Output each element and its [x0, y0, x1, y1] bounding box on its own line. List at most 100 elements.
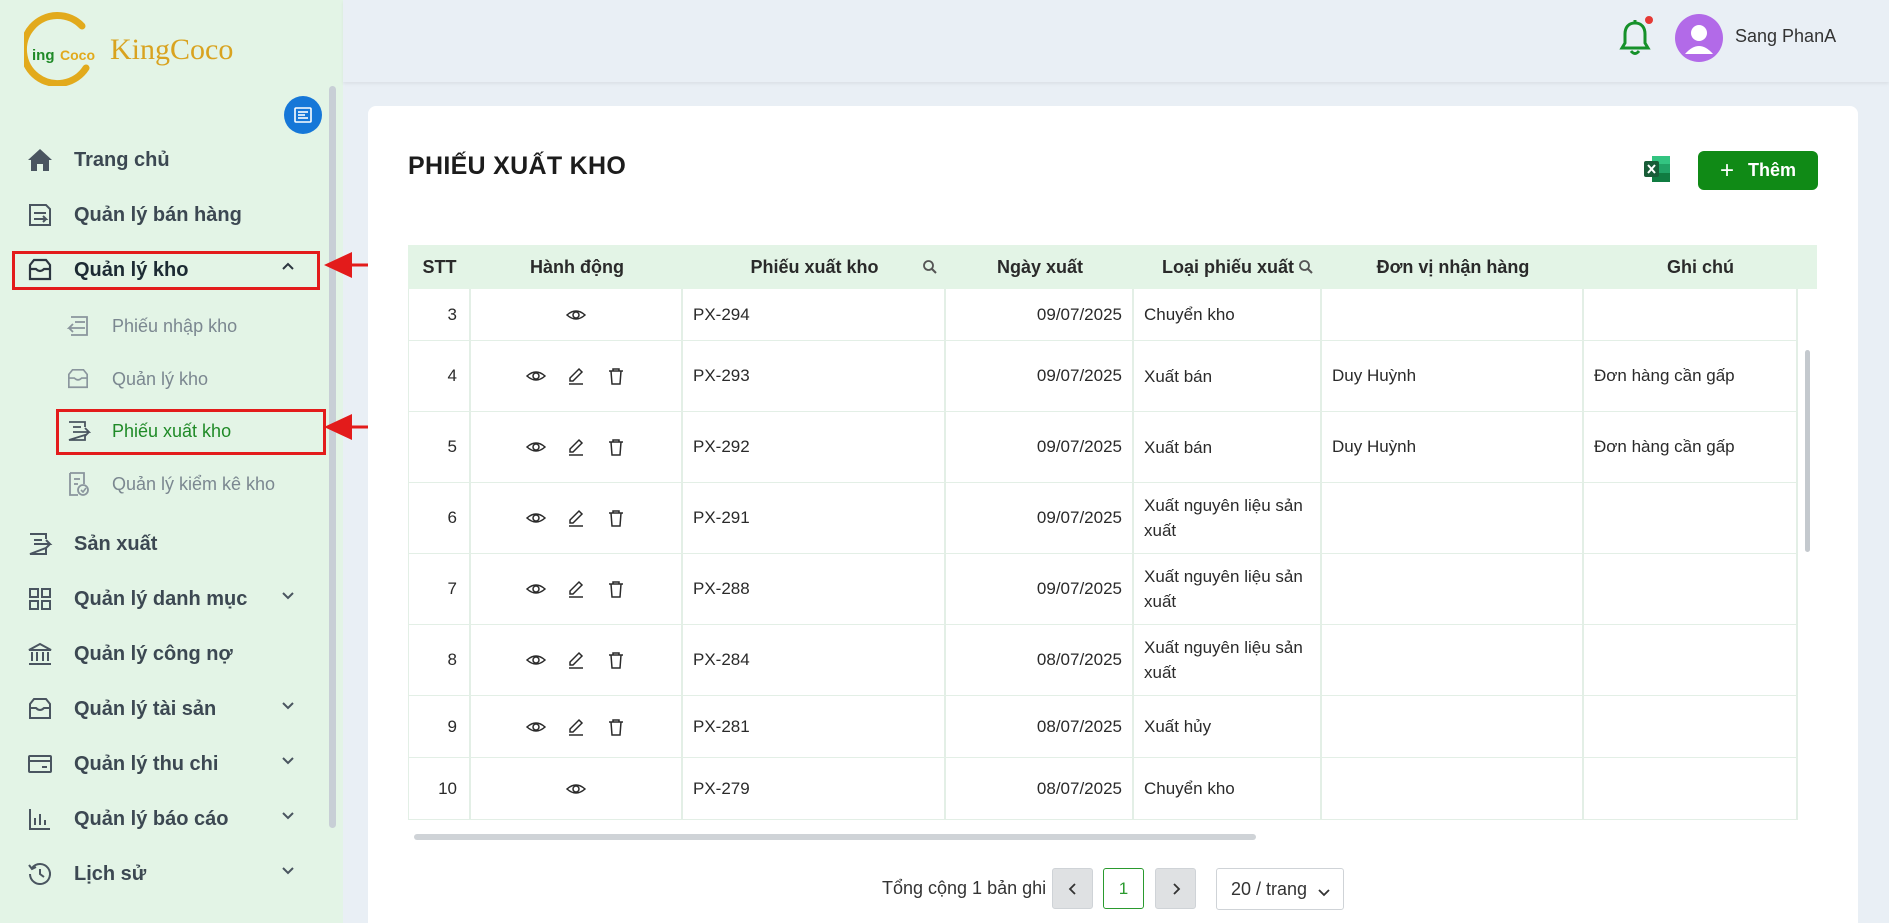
username[interactable]: Sang PhanA — [1735, 26, 1836, 47]
eye-icon — [566, 309, 586, 320]
sidebar-item-assets[interactable]: Quản lý tài sản — [14, 689, 318, 729]
top-header — [343, 0, 1889, 82]
delete-button[interactable] — [604, 577, 628, 601]
cell-stt: 4 — [408, 341, 471, 411]
cell-receiver — [1322, 289, 1584, 340]
collapse-menu-icon — [294, 107, 312, 123]
avatar[interactable] — [1675, 14, 1723, 62]
view-button[interactable] — [524, 435, 548, 459]
edit-button[interactable] — [564, 364, 588, 388]
search-icon[interactable] — [922, 259, 938, 280]
cell-code: PX-293 — [683, 341, 946, 411]
cell-receiver — [1322, 625, 1584, 695]
add-button[interactable]: + Thêm — [1698, 151, 1818, 190]
cell-date: 09/07/2025 — [946, 483, 1134, 553]
view-button[interactable] — [564, 303, 588, 327]
cell-type: Chuyển kho — [1134, 289, 1322, 340]
row-actions — [481, 715, 671, 739]
delete-button[interactable] — [604, 506, 628, 530]
cell-actions — [471, 289, 683, 340]
edit-button[interactable] — [564, 506, 588, 530]
cell-actions — [471, 758, 683, 819]
sidebar-item-label: Trang chủ — [74, 148, 170, 171]
table-horizontal-scrollbar[interactable] — [414, 834, 1256, 840]
column-header-label: Loại phiếu xuất — [1161, 256, 1294, 277]
sidebar-item-income-expense[interactable]: Quản lý thu chi — [14, 744, 318, 784]
prev-page-button[interactable] — [1052, 868, 1093, 909]
chevron-down-icon — [280, 752, 296, 773]
edit-icon — [569, 651, 584, 669]
sidebar-item-sales[interactable]: Quản lý bán hàng — [14, 195, 318, 235]
notification-bell-icon[interactable] — [1618, 18, 1652, 58]
cell-date: 09/07/2025 — [946, 412, 1134, 482]
sidebar-item-label: Quản lý danh mục — [74, 587, 248, 610]
table-vertical-scrollbar[interactable] — [1805, 350, 1810, 552]
inventory-check-icon — [64, 470, 92, 498]
pagination-total: Tổng cộng 1 bản ghi — [882, 878, 1047, 898]
edit-button[interactable] — [564, 715, 588, 739]
edit-button[interactable] — [564, 435, 588, 459]
sidebar-item-production[interactable]: Sản xuất — [14, 524, 318, 564]
svg-text:ing: ing — [32, 47, 55, 64]
view-button[interactable] — [524, 715, 548, 739]
table-row[interactable]: 7 PX-288 09/07/2025 Xuất nguyên liệu sản xu… — [408, 554, 1798, 625]
sidebar-item-reports[interactable]: Quản lý báo cáo — [14, 799, 318, 839]
svg-text:Coco: Coco — [60, 47, 95, 63]
box-icon — [20, 694, 60, 724]
cell-type: Xuất nguyên liệu sản xuất — [1134, 554, 1322, 624]
table-row[interactable]: 10 PX-279 08/07/2025 Chuyển kho — [408, 758, 1798, 820]
excel-export-icon[interactable] — [1642, 154, 1672, 184]
cell-code: PX-281 — [683, 696, 946, 757]
eye-icon — [526, 442, 546, 452]
edit-icon — [569, 367, 584, 385]
search-icon[interactable] — [1298, 259, 1314, 280]
view-button[interactable] — [524, 577, 548, 601]
view-button[interactable] — [524, 364, 548, 388]
delete-button[interactable] — [604, 364, 628, 388]
sidebar-subitem-warehouse[interactable]: Quản lý kho — [58, 357, 322, 401]
brand-logo[interactable]: ing Coco KingCoco — [19, 10, 233, 88]
sidebar-collapse-button[interactable] — [284, 96, 322, 134]
table-row[interactable]: 3 PX-294 09/07/2025 Chuyển kho — [408, 289, 1798, 341]
view-button[interactable] — [524, 506, 548, 530]
cell-actions — [471, 483, 683, 553]
delete-button[interactable] — [604, 648, 628, 672]
warehouse-icon — [64, 365, 92, 393]
delete-button[interactable] — [604, 435, 628, 459]
sidebar-item-categories[interactable]: Quản lý danh mục — [14, 579, 318, 619]
edit-button[interactable] — [564, 648, 588, 672]
sidebar-item-home[interactable]: Trang chủ — [14, 140, 318, 180]
sidebar-subitem-import[interactable]: Phiếu nhập kho — [58, 304, 322, 348]
sidebar-item-debt[interactable]: Quản lý công nợ — [14, 634, 318, 674]
eye-icon — [566, 783, 586, 794]
view-button[interactable] — [564, 777, 588, 801]
cell-type: Xuất nguyên liệu sản xuất — [1134, 625, 1322, 695]
next-page-button[interactable] — [1155, 868, 1196, 909]
export-table: STT Hành động Phiếu xuất kho Ngày xuất L… — [408, 245, 1817, 847]
delete-button[interactable] — [604, 715, 628, 739]
table-row[interactable]: 9 PX-281 08/07/2025 Xuất hủy — [408, 696, 1798, 758]
sidebar-item-history[interactable]: Lịch sử — [14, 854, 318, 894]
trash-icon — [609, 581, 623, 598]
table-row[interactable]: 8 PX-284 08/07/2025 Xuất nguyên liệu sản xu… — [408, 625, 1798, 696]
sidebar-item-label: Sản xuất — [74, 532, 158, 555]
page-size-value: 20 / trang — [1231, 878, 1308, 899]
page-number-button[interactable]: 1 — [1103, 868, 1144, 909]
row-actions — [481, 648, 671, 672]
cell-code: PX-294 — [683, 289, 946, 340]
edit-button[interactable] — [564, 577, 588, 601]
edit-icon — [569, 509, 584, 527]
row-actions — [481, 435, 671, 459]
wallet-icon — [20, 749, 60, 779]
table-row[interactable]: 5 PX-292 09/07/2025 Xuất bán Duy Huỳnh Đơn hà… — [408, 412, 1798, 483]
table-row[interactable]: 6 PX-291 09/07/2025 Xuất nguyên liệu sản xu… — [408, 483, 1798, 554]
page-size-select[interactable]: 20 / trang — [1216, 868, 1344, 910]
sidebar-scrollbar[interactable] — [329, 86, 336, 828]
chevron-down-icon — [1317, 883, 1331, 904]
sidebar-subitem-inventory-check[interactable]: Quản lý kiểm kê kho — [58, 462, 322, 506]
cell-type: Chuyển kho — [1134, 758, 1322, 819]
table-row[interactable]: 4 PX-293 09/07/2025 Xuất bán Duy Huỳnh Đơn hà… — [408, 341, 1798, 412]
cell-receiver — [1322, 554, 1584, 624]
view-button[interactable] — [524, 648, 548, 672]
cell-stt: 5 — [408, 412, 471, 482]
